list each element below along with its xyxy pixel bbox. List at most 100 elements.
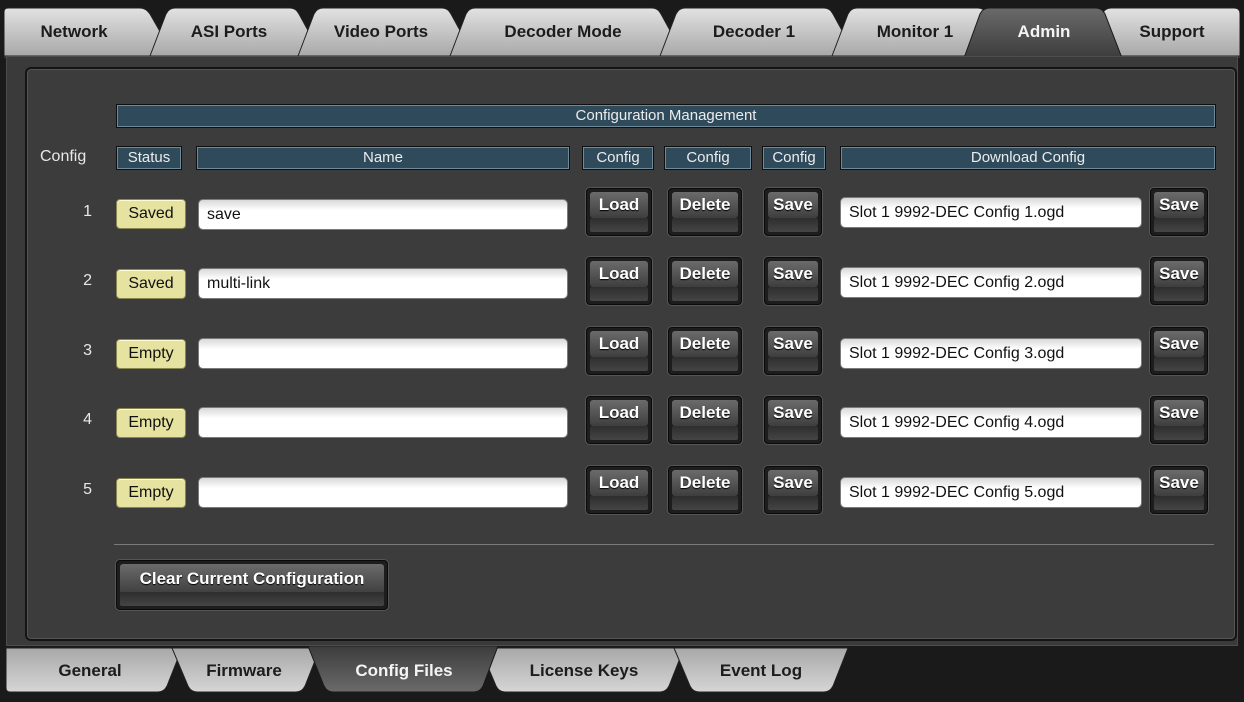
save-button-label: Save xyxy=(768,192,818,218)
save-button[interactable]: Save xyxy=(764,396,822,444)
row-number: 5 xyxy=(83,481,92,498)
load-button[interactable]: Load xyxy=(586,396,652,444)
download-config-header: Download Config xyxy=(840,146,1216,170)
download-save-button-label: Save xyxy=(1154,192,1204,218)
row-number: 1 xyxy=(83,203,92,220)
tab-config-files[interactable]: Config Files xyxy=(324,661,484,681)
delete-button-label: Delete xyxy=(672,261,738,287)
button-base xyxy=(768,287,818,301)
button-base xyxy=(1154,496,1204,510)
save-button[interactable]: Save xyxy=(764,466,822,514)
delete-button[interactable]: Delete xyxy=(668,188,742,236)
config-management-title: Configuration Management xyxy=(116,104,1216,128)
button-base xyxy=(672,218,738,232)
download-save-button[interactable]: Save xyxy=(1150,466,1208,514)
button-base xyxy=(768,218,818,232)
load-button[interactable]: Load xyxy=(586,188,652,236)
button-base xyxy=(590,496,648,510)
name-header: Name xyxy=(196,146,570,170)
button-base xyxy=(672,357,738,371)
button-base xyxy=(768,426,818,440)
download-filename-input[interactable]: Slot 1 9992-DEC Config 4.ogd xyxy=(840,407,1142,438)
button-base xyxy=(1154,287,1204,301)
tab-video-ports[interactable]: Video Ports xyxy=(314,22,448,42)
save-button[interactable]: Save xyxy=(764,257,822,305)
tab-admin[interactable]: Admin xyxy=(990,22,1098,42)
download-save-button-label: Save xyxy=(1154,331,1204,357)
download-save-button[interactable]: Save xyxy=(1150,396,1208,444)
row-number: 4 xyxy=(83,411,92,428)
load-button[interactable]: Load xyxy=(586,257,652,305)
delete-button[interactable]: Delete xyxy=(668,257,742,305)
delete-button[interactable]: Delete xyxy=(668,327,742,375)
delete-button-label: Delete xyxy=(672,331,738,357)
download-save-button-label: Save xyxy=(1154,261,1204,287)
tab-monitor-1[interactable]: Monitor 1 xyxy=(846,22,984,42)
delete-button[interactable]: Delete xyxy=(668,466,742,514)
load-button[interactable]: Load xyxy=(586,327,652,375)
delete-config-header: Config xyxy=(664,146,752,170)
delete-button-label: Delete xyxy=(672,192,738,218)
button-base xyxy=(1154,426,1204,440)
tab-license-keys[interactable]: License Keys xyxy=(496,661,672,681)
tab-support[interactable]: Support xyxy=(1108,22,1236,42)
status-badge: Empty xyxy=(116,478,186,508)
download-save-button-label: Save xyxy=(1154,400,1204,426)
button-base xyxy=(672,496,738,510)
status-badge: Empty xyxy=(116,408,186,438)
download-save-button-label: Save xyxy=(1154,470,1204,496)
status-badge: Saved xyxy=(116,199,186,229)
top-tab-bar: Network ASI Ports Video Ports Decoder Mo… xyxy=(4,6,1240,58)
config-name-input[interactable] xyxy=(198,477,568,508)
load-button-label: Load xyxy=(590,400,648,426)
config-name-input[interactable] xyxy=(198,338,568,369)
config-name-input[interactable]: multi-link xyxy=(198,268,568,299)
tab-event-log[interactable]: Event Log xyxy=(686,661,836,681)
load-button-label: Load xyxy=(590,261,648,287)
download-save-button[interactable]: Save xyxy=(1150,327,1208,375)
config-name-input[interactable] xyxy=(198,407,568,438)
load-button-label: Load xyxy=(590,192,648,218)
button-base xyxy=(768,357,818,371)
status-header: Status xyxy=(116,146,182,170)
tab-network[interactable]: Network xyxy=(14,22,134,42)
save-button-label: Save xyxy=(768,261,818,287)
load-button-label: Load xyxy=(590,470,648,496)
download-filename-input[interactable]: Slot 1 9992-DEC Config 2.ogd xyxy=(840,267,1142,298)
row-number: 3 xyxy=(83,342,92,359)
clear-current-configuration-button[interactable]: Clear Current Configuration xyxy=(116,560,388,610)
load-button-label: Load xyxy=(590,331,648,357)
save-button[interactable]: Save xyxy=(764,188,822,236)
tab-general[interactable]: General xyxy=(20,661,160,681)
button-base xyxy=(1154,357,1204,371)
config-name-input[interactable]: save xyxy=(198,199,568,230)
button-base xyxy=(590,287,648,301)
button-base xyxy=(1154,218,1204,232)
config-column-label: Config xyxy=(40,148,87,165)
save-config-header: Config xyxy=(762,146,826,170)
button-base xyxy=(768,496,818,510)
download-filename-input[interactable]: Slot 1 9992-DEC Config 1.ogd xyxy=(840,197,1142,228)
button-base xyxy=(672,287,738,301)
status-badge: Saved xyxy=(116,269,186,299)
save-button[interactable]: Save xyxy=(764,327,822,375)
button-base xyxy=(590,357,648,371)
button-base xyxy=(120,592,384,606)
save-button-label: Save xyxy=(768,470,818,496)
tab-decoder-1[interactable]: Decoder 1 xyxy=(676,22,832,42)
tab-decoder-mode[interactable]: Decoder Mode xyxy=(468,22,658,42)
clear-button-label: Clear Current Configuration xyxy=(120,564,384,594)
button-base xyxy=(590,426,648,440)
download-save-button[interactable]: Save xyxy=(1150,257,1208,305)
tab-asi-ports[interactable]: ASI Ports xyxy=(164,22,294,42)
delete-button[interactable]: Delete xyxy=(668,396,742,444)
save-button-label: Save xyxy=(768,331,818,357)
tab-firmware[interactable]: Firmware xyxy=(182,661,306,681)
download-save-button[interactable]: Save xyxy=(1150,188,1208,236)
download-filename-input[interactable]: Slot 1 9992-DEC Config 3.ogd xyxy=(840,338,1142,369)
save-button-label: Save xyxy=(768,400,818,426)
download-filename-input[interactable]: Slot 1 9992-DEC Config 5.ogd xyxy=(840,477,1142,508)
bottom-tab-bar: General Firmware Config Files License Ke… xyxy=(6,646,1238,696)
load-button[interactable]: Load xyxy=(586,466,652,514)
divider xyxy=(114,544,1214,545)
